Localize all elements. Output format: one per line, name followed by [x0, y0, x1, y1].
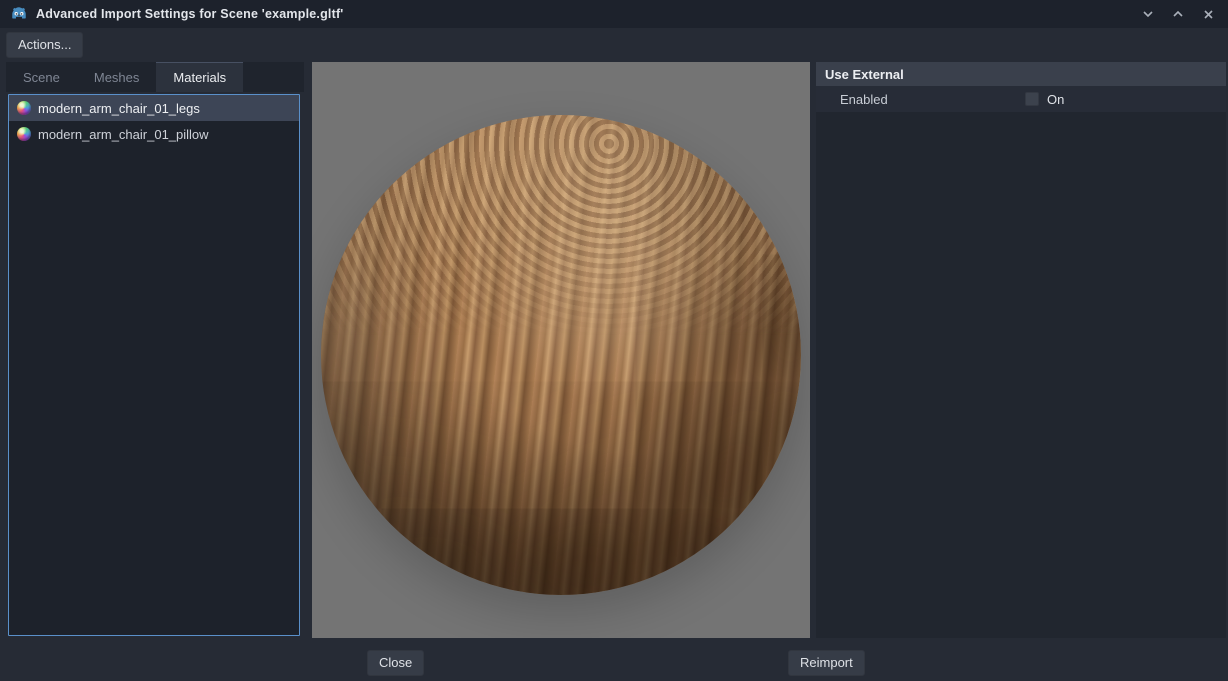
- advanced-import-settings-dialog: Advanced Import Settings for Scene 'exam…: [0, 0, 1228, 681]
- import-tabs: Scene Meshes Materials: [6, 62, 304, 92]
- reimport-button[interactable]: Reimport: [788, 650, 865, 676]
- tab-scene[interactable]: Scene: [6, 62, 77, 92]
- materials-list[interactable]: modern_arm_chair_01_legs modern_arm_chai…: [8, 94, 300, 636]
- material-sphere-icon: [17, 101, 31, 115]
- actions-button[interactable]: Actions...: [6, 32, 83, 58]
- material-sphere-icon: [17, 127, 31, 141]
- material-name: modern_arm_chair_01_legs: [38, 101, 200, 116]
- menu-bar: Actions...: [0, 28, 1228, 61]
- enabled-checkbox[interactable]: [1025, 92, 1039, 106]
- window-menu-chevron-down-icon[interactable]: [1140, 6, 1156, 22]
- window-controls: [1140, 6, 1220, 22]
- list-item[interactable]: modern_arm_chair_01_pillow: [9, 121, 299, 147]
- property-row-enabled: Enabled On: [816, 86, 1226, 112]
- section-use-external[interactable]: Use External: [816, 62, 1226, 86]
- material-preview-viewport[interactable]: [312, 62, 810, 638]
- material-name: modern_arm_chair_01_pillow: [38, 127, 209, 142]
- tab-materials[interactable]: Materials: [156, 62, 243, 92]
- enabled-value: On: [1025, 92, 1064, 107]
- godot-logo-icon: [10, 5, 28, 23]
- dialog-footer: Close Reimport: [0, 638, 1228, 681]
- enabled-checkbox-label: On: [1047, 92, 1064, 107]
- title-bar: Advanced Import Settings for Scene 'exam…: [0, 0, 1228, 28]
- maximize-chevron-up-icon[interactable]: [1170, 6, 1186, 22]
- close-button[interactable]: Close: [367, 650, 424, 676]
- list-item[interactable]: modern_arm_chair_01_legs: [9, 95, 299, 121]
- tab-meshes[interactable]: Meshes: [77, 62, 157, 92]
- close-window-icon[interactable]: [1200, 6, 1216, 22]
- window-title: Advanced Import Settings for Scene 'exam…: [36, 7, 343, 21]
- wood-material-preview-sphere: [321, 115, 801, 595]
- inspector-panel: Use External Enabled On: [816, 62, 1226, 638]
- enabled-label: Enabled: [825, 92, 1025, 107]
